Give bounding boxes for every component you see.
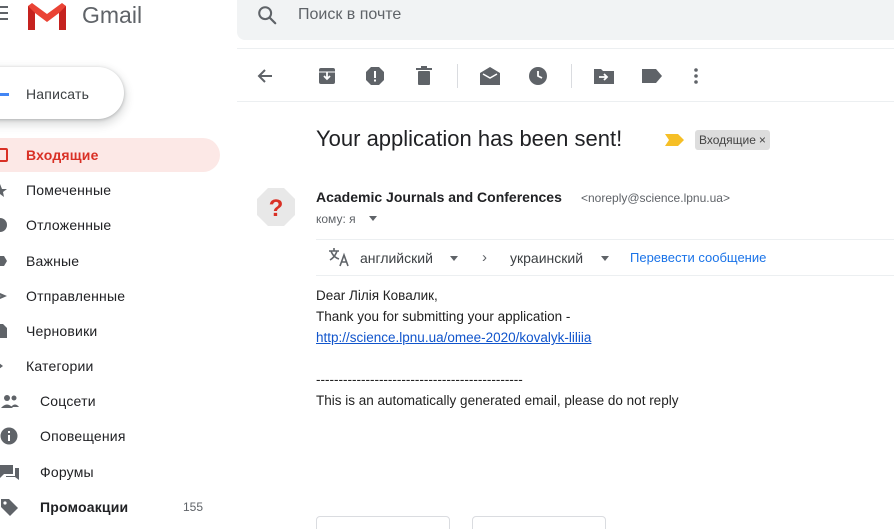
delete-button[interactable] <box>412 64 436 88</box>
body-footer: This is an automatically generated email… <box>316 393 679 408</box>
inbox-label-chip[interactable]: Входящие × <box>695 130 770 150</box>
sidebar-category-label: Форумы <box>40 464 94 480</box>
sidebar-item-snoozed[interactable]: Отложенные <box>0 208 220 242</box>
remove-label-icon[interactable]: × <box>759 133 766 147</box>
sidebar-category-social[interactable]: Соцсети <box>0 384 220 418</box>
sidebar-item-label: Отложенные <box>26 217 112 233</box>
app-name: Gmail <box>82 2 143 28</box>
gmail-logo-icon[interactable] <box>26 0 68 30</box>
email-subject: Your application has been sent! <box>316 126 623 151</box>
main-menu-icon[interactable] <box>0 6 8 24</box>
back-icon <box>257 69 272 83</box>
sidebar-item-starred[interactable]: Помеченные <box>0 173 220 207</box>
toolbar-divider <box>571 64 572 88</box>
sidebar-item-label: Отправленные <box>26 288 126 304</box>
delete-icon <box>416 66 432 85</box>
search-icon[interactable] <box>256 4 278 26</box>
chevron-down-icon[interactable] <box>601 256 609 261</box>
sidebar-item-important[interactable]: Важные <box>0 244 220 278</box>
chevron-down-icon[interactable] <box>450 256 458 261</box>
reply-button[interactable] <box>316 516 450 529</box>
compose-label[interactable]: Написать <box>26 86 89 102</box>
search-input[interactable] <box>298 4 798 26</box>
sidebar-category-updates[interactable]: Оповещения <box>0 419 220 453</box>
translate-bar-divider <box>316 239 894 240</box>
sidebar-category-promotions[interactable]: Промоакции 155 <box>0 490 220 524</box>
compose-plus-icon <box>0 93 9 96</box>
sidebar-item-label: Категории <box>26 358 94 374</box>
translate-bar-divider <box>316 275 894 276</box>
send-icon <box>0 293 7 299</box>
report-spam-button[interactable] <box>363 64 387 88</box>
unread-count: 155 <box>183 500 204 514</box>
source-language-select[interactable]: английский <box>360 250 433 266</box>
labels-icon <box>642 69 662 83</box>
body-line: Thank you for submitting your applicatio… <box>316 309 571 324</box>
inbox-icon <box>0 148 8 162</box>
sidebar-item-inbox[interactable]: Входящие <box>0 138 220 172</box>
sidebar-item-label: Помеченные <box>26 182 112 198</box>
importance-marker-icon[interactable] <box>665 134 684 146</box>
sidebar-item-label: Важные <box>26 253 80 269</box>
forward-button[interactable] <box>472 516 606 529</box>
sidebar-category-label: Соцсети <box>40 393 96 409</box>
important-icon <box>0 256 7 266</box>
report-spam-icon <box>366 67 384 85</box>
body-greeting: Dear Лілія Ковалик, <box>316 288 438 303</box>
sender-email: <noreply@science.lpnu.ua> <box>581 191 730 205</box>
clock-icon <box>0 218 7 232</box>
label-chip-text: Входящие <box>699 133 756 147</box>
star-icon <box>0 184 7 197</box>
draft-icon <box>0 324 7 338</box>
body-divider: ----------------------------------------… <box>316 372 523 387</box>
sidebar-item-drafts[interactable]: Черновики <box>0 314 220 348</box>
sidebar-category-forums[interactable]: Форумы <box>0 455 220 489</box>
sidebar-item-label: Входящие <box>26 147 99 163</box>
mark-unread-icon <box>480 67 500 85</box>
sender-name[interactable]: Academic Journals and Conferences <box>316 189 562 205</box>
archive-icon <box>319 68 335 84</box>
move-to-icon <box>594 69 614 84</box>
more-button[interactable] <box>684 64 708 88</box>
forum-icon <box>0 465 19 480</box>
sidebar-item-sent[interactable]: Отправленные <box>0 279 220 313</box>
avatar-glyph: ? <box>269 195 284 222</box>
tag-icon <box>1 499 18 516</box>
snooze-button[interactable] <box>526 64 550 88</box>
mark-unread-button[interactable] <box>478 64 502 88</box>
sidebar-category-label: Оповещения <box>40 428 126 444</box>
sidebar-category-label: Промоакции <box>40 499 129 515</box>
expand-arrow-icon <box>0 363 3 369</box>
translate-message-link[interactable]: Перевести сообщение <box>630 250 766 265</box>
sender-avatar[interactable]: ? <box>256 187 296 227</box>
translate-icon <box>329 248 349 267</box>
sidebar-item-label: Черновики <box>26 323 98 339</box>
sidebar-item-categories[interactable]: Категории <box>0 349 220 383</box>
translate-arrow-icon: › <box>482 249 487 266</box>
people-icon <box>1 395 19 408</box>
archive-button[interactable] <box>315 64 339 88</box>
header-divider <box>237 48 894 49</box>
back-button[interactable] <box>253 64 277 88</box>
move-to-button[interactable] <box>592 64 616 88</box>
show-details-icon[interactable] <box>369 216 377 221</box>
labels-button[interactable] <box>640 64 664 88</box>
toolbar-divider-line <box>237 101 894 102</box>
application-link[interactable]: http://science.lpnu.ua/omee-2020/kovalyk… <box>316 330 591 345</box>
toolbar-divider <box>457 64 458 88</box>
target-language-select[interactable]: украинский <box>510 250 583 266</box>
more-icon <box>694 68 698 84</box>
recipient-line: кому: я <box>316 212 356 226</box>
info-icon <box>0 427 18 445</box>
snooze-icon <box>529 67 547 85</box>
